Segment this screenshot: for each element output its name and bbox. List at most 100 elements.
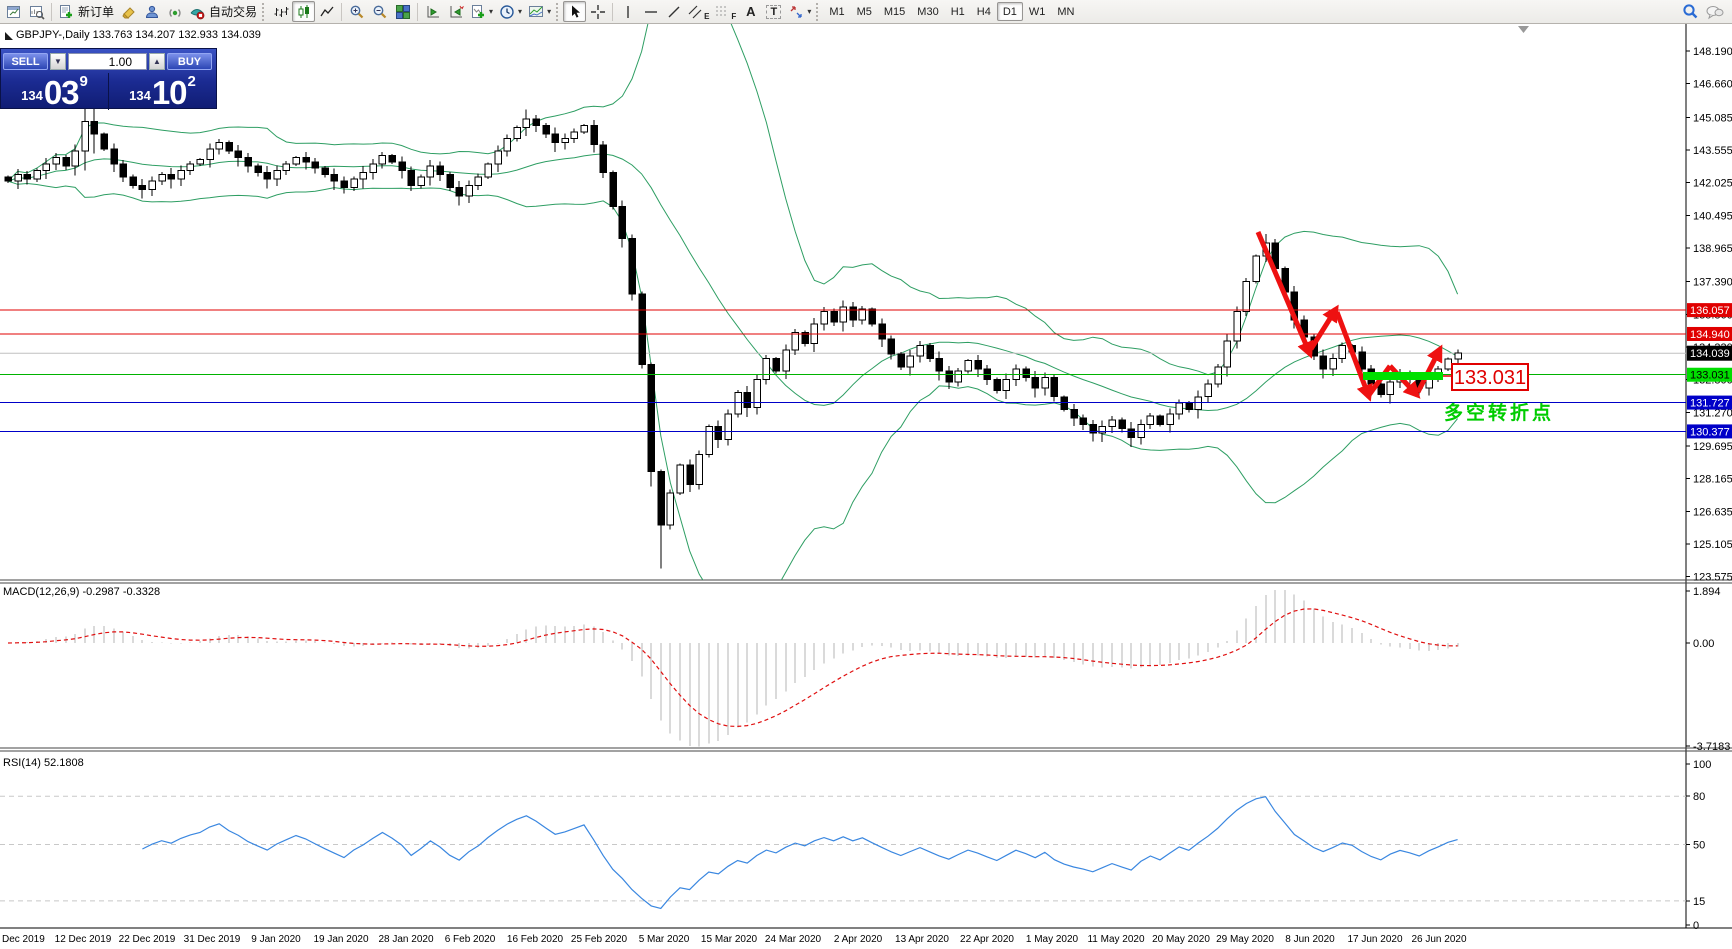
toolbar-grip[interactable] — [556, 2, 559, 21]
community-button[interactable] — [140, 1, 163, 22]
chart-shift-marker[interactable] — [1518, 26, 1529, 33]
buy-button[interactable]: BUY — [167, 53, 212, 70]
candle — [830, 310, 838, 323]
candle — [1127, 428, 1135, 438]
tab-timeframe-d1[interactable]: D1 — [996, 2, 1023, 21]
svg-text:5 Mar 2020: 5 Mar 2020 — [639, 934, 690, 945]
bar-chart-type-button[interactable] — [269, 1, 292, 22]
candle — [311, 161, 319, 169]
arrows-tool-button[interactable]: ▾ — [785, 1, 814, 22]
new-order-button[interactable]: 新订单 — [55, 1, 117, 22]
template-button[interactable]: ▾ — [525, 1, 554, 22]
svg-text:140.495: 140.495 — [1693, 210, 1732, 222]
svg-text:22 Dec 2019: 22 Dec 2019 — [119, 934, 176, 945]
candlestick-chart-type-button[interactable] — [292, 1, 316, 22]
vertical-line-tool-button[interactable] — [616, 1, 639, 22]
period-button[interactable]: ▾ — [496, 1, 525, 22]
price-callout-text: 133.031 — [1454, 367, 1526, 389]
candle — [1454, 352, 1462, 360]
trend-arrow[interactable] — [1388, 364, 1421, 399]
candle — [791, 332, 799, 351]
tab-timeframe-h4[interactable]: H4 — [971, 2, 997, 21]
trend-arrow[interactable] — [1308, 304, 1339, 351]
line-chart-type-button[interactable] — [315, 1, 338, 22]
svg-text:133.031: 133.031 — [1690, 370, 1730, 382]
zoom-out-icon — [373, 5, 386, 18]
tab-timeframe-m15[interactable]: M15 — [878, 2, 911, 21]
channel-letter: E — [704, 12, 710, 21]
svg-text:125.105: 125.105 — [1693, 539, 1732, 551]
cursor-tool-button[interactable] — [563, 1, 587, 22]
candle — [945, 370, 953, 383]
fibonacci-icon — [716, 6, 729, 15]
fibonacci-tool-button[interactable]: F — [712, 1, 739, 22]
time-axis[interactable]: Dec 2019 12 Dec 2019 22 Dec 2019 31 Dec 201… — [2, 934, 1467, 945]
svg-text:128.165: 128.165 — [1693, 474, 1732, 486]
signals-button[interactable] — [163, 1, 186, 22]
svg-text:126.635: 126.635 — [1693, 506, 1732, 518]
tab-timeframe-mn[interactable]: MN — [1051, 2, 1080, 21]
candle — [1319, 355, 1327, 370]
tile-windows-button[interactable] — [391, 1, 414, 22]
candle — [609, 172, 617, 208]
candle — [666, 492, 674, 526]
svg-text:24 Mar 2020: 24 Mar 2020 — [765, 934, 822, 945]
candle — [330, 174, 338, 182]
candle — [129, 176, 137, 186]
auto-scroll-button[interactable] — [421, 1, 444, 22]
text-label-tool-button[interactable]: T — [762, 1, 785, 22]
volume-increase-button[interactable]: ▲ — [149, 53, 165, 70]
eraser-button[interactable] — [117, 1, 140, 22]
toolbar-grip[interactable] — [262, 2, 265, 21]
tab-timeframe-m1[interactable]: M1 — [823, 2, 850, 21]
chat-icon[interactable] — [1705, 4, 1724, 20]
svg-text:148.190: 148.190 — [1693, 46, 1732, 58]
candle — [599, 144, 607, 174]
new-chart-button[interactable] — [2, 1, 25, 22]
candle — [1377, 383, 1385, 396]
search-icon[interactable] — [1682, 3, 1699, 20]
volume-decrease-button[interactable]: ▼ — [50, 53, 66, 70]
sell-price-display[interactable]: 134 03 9 — [1, 73, 108, 110]
trend-arrow[interactable] — [1255, 231, 1314, 359]
candle — [868, 308, 876, 325]
candle — [570, 131, 578, 139]
channel-tool-button[interactable]: E — [685, 1, 712, 22]
chart-shift-button[interactable] — [444, 1, 467, 22]
candle — [935, 357, 943, 372]
clock-icon — [500, 4, 514, 19]
candle — [215, 142, 223, 150]
support-zone-bar[interactable] — [1363, 372, 1443, 380]
horizontal-line-tool-button[interactable] — [639, 1, 662, 22]
profiles-button[interactable] — [25, 1, 48, 22]
panel-frame — [0, 24, 1732, 929]
volume-input[interactable] — [68, 53, 147, 70]
candle — [1118, 419, 1126, 430]
tab-timeframe-h1[interactable]: H1 — [945, 2, 971, 21]
svg-text:50: 50 — [1693, 840, 1705, 852]
chevron-up-icon: ▲ — [153, 57, 161, 66]
candle — [820, 310, 828, 325]
tab-timeframe-m30[interactable]: M30 — [911, 2, 944, 21]
tab-timeframe-w1[interactable]: W1 — [1023, 2, 1052, 21]
sell-button[interactable]: SELL — [3, 53, 48, 70]
sell-pip-fraction: 9 — [79, 73, 88, 90]
zoom-out-button[interactable] — [368, 1, 391, 22]
text-tool-button[interactable]: A — [739, 1, 762, 22]
candle — [62, 157, 70, 167]
zoom-in-button[interactable] — [345, 1, 368, 22]
crosshair-tool-button[interactable] — [586, 1, 609, 22]
candle — [494, 150, 502, 165]
svg-text:9 Jan 2020: 9 Jan 2020 — [251, 934, 301, 945]
price-axis[interactable]: 148.190 146.660 145.085 143.555 142.025 140.4… — [1686, 46, 1732, 932]
tab-timeframe-m5[interactable]: M5 — [851, 2, 878, 21]
trendline-tool-button[interactable] — [662, 1, 685, 22]
autotrading-button[interactable]: 自动交易 — [186, 1, 260, 22]
text-tool-icon: A — [746, 4, 756, 19]
toolbar-grip[interactable] — [816, 2, 819, 21]
buy-price-display[interactable]: 134 10 2 — [108, 73, 216, 110]
svg-text:15 Mar 2020: 15 Mar 2020 — [701, 934, 758, 945]
note-annotation-text[interactable]: 多空转折点 — [1444, 401, 1554, 424]
add-indicator-button[interactable]: ▾ — [467, 1, 496, 22]
chart-area[interactable]: 148.190 146.660 145.085 143.555 142.025 140.4… — [0, 0, 1732, 949]
